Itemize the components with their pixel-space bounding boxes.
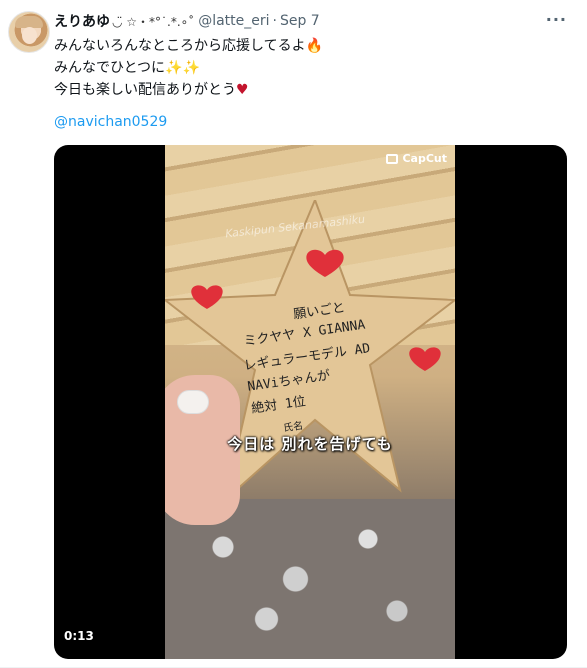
- red-heart-emoji: ♥: [236, 82, 249, 98]
- tweet-date[interactable]: Sep 7: [280, 13, 320, 29]
- tweet-text-line: 今日も楽しい配信ありがとう♥: [54, 82, 249, 98]
- more-options-icon[interactable]: ···: [546, 10, 567, 29]
- user-handle[interactable]: @latte_eri: [198, 13, 269, 29]
- fingernail: [177, 390, 209, 414]
- tweet-text-line: みんないろんなところから応援してるよ🔥: [54, 38, 324, 54]
- video-player[interactable]: 願いごと ミクヤヤ X GIANNA レギュラーモデル AD NAViちゃんが …: [54, 145, 567, 659]
- tweet-header: えりあゆ ◡̈ ☆・*°˙.*.∘˚ @latte_eri · Sep 7: [54, 11, 577, 31]
- avatar[interactable]: [8, 11, 50, 53]
- ema-text-line: 氏名: [282, 420, 304, 435]
- capcut-icon: [386, 153, 399, 164]
- display-name[interactable]: えりあゆ: [54, 11, 110, 31]
- mention-link[interactable]: @navichan0529: [54, 114, 167, 130]
- sparkles-emoji: ✨✨: [165, 60, 200, 76]
- capcut-logo: CapCut: [386, 152, 447, 165]
- tweet-text: みんないろんなところから応援してるよ🔥 みんなでひとつに✨✨ 今日も楽しい配信あ…: [54, 35, 554, 101]
- video-timecode: 0:13: [64, 629, 94, 643]
- tweet-text-line: みんなでひとつに✨✨: [54, 60, 200, 76]
- tweet-card[interactable]: えりあゆ ◡̈ ☆・*°˙.*.∘˚ @latte_eri · Sep 7 ··…: [0, 0, 587, 668]
- display-name-decoration: ◡̈ ☆・*°˙.*.∘˚: [112, 14, 195, 29]
- capcut-label: CapCut: [402, 152, 447, 165]
- video-subtitle: 今日は 別れを告げても: [227, 435, 393, 453]
- video-frame[interactable]: 願いごと ミクヤヤ X GIANNA レギュラーモデル AD NAViちゃんが …: [165, 145, 455, 659]
- fire-emoji: 🔥: [305, 38, 324, 54]
- avatar-face: [22, 27, 37, 44]
- header-separator: ·: [272, 13, 277, 29]
